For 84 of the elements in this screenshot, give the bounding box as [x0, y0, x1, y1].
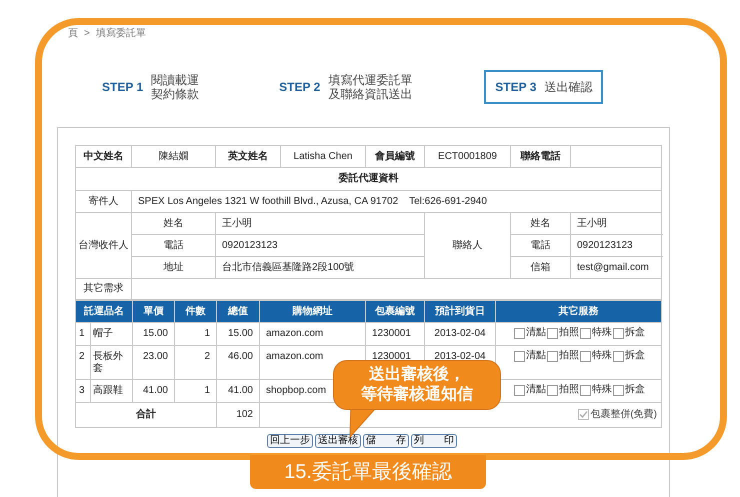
table-cell: amazon.com	[260, 322, 366, 346]
field-label: 聯絡電話	[510, 146, 570, 168]
column-header: 包裹編號	[366, 300, 424, 322]
field-label: 地址	[132, 256, 216, 278]
checkbox[interactable]	[547, 350, 558, 362]
checkbox[interactable]	[514, 384, 525, 396]
checkbox[interactable]	[580, 350, 591, 362]
checkbox-label: 清點	[526, 327, 546, 339]
section-title: 委託代運資料	[76, 168, 662, 190]
column-header: 單價	[132, 300, 174, 322]
table-cell: 41.00	[132, 380, 174, 402]
table-cell: 1	[76, 322, 90, 346]
table-cell: 15.00	[216, 322, 260, 346]
breadcrumb-current: 填寫委託單	[96, 26, 146, 40]
form-button[interactable]: 回上一步	[267, 434, 313, 448]
table-cell: 1	[174, 322, 216, 346]
checkbox-label: 拍照	[559, 327, 579, 339]
total-value: 102	[216, 402, 260, 428]
checkbox-label: 清點	[526, 384, 546, 396]
checkbox[interactable]	[547, 328, 558, 338]
table-cell: 高跟鞋	[90, 380, 132, 402]
table-cell: 23.00	[132, 346, 174, 380]
field-label: 其它需求	[76, 278, 132, 300]
checkbox[interactable]	[613, 328, 624, 338]
field-value: 王小明	[216, 212, 424, 234]
column-header: 件數	[174, 300, 216, 322]
table-cell: 2	[174, 346, 216, 380]
checkbox-label: 拆盒	[625, 327, 645, 339]
column-header: 購物網址	[260, 300, 366, 322]
form-button[interactable]: 儲 存	[363, 434, 409, 448]
checkbox-label: 拍照	[559, 384, 579, 396]
form-button[interactable]: 列 印	[411, 434, 457, 448]
checkbox[interactable]	[514, 328, 525, 338]
checkbox[interactable]	[613, 350, 624, 362]
field-value: 王小明	[570, 212, 662, 234]
table-cell: 1230001	[366, 322, 424, 346]
checkbox[interactable]	[580, 384, 591, 396]
checkbox[interactable]	[547, 384, 558, 396]
table-cell: 15.00	[132, 322, 174, 346]
field-value: ECT0001809	[424, 146, 510, 168]
field-label: 信箱	[510, 256, 570, 278]
checkbox-label: 清點	[526, 350, 546, 362]
total-label: 合計	[76, 402, 216, 428]
column-header: 其它服務	[496, 300, 662, 322]
field-value: SPEX Los Angeles 1321 W foothill Blvd., Azusa, CA 91702 Tel:626-691-2940	[132, 190, 662, 212]
checkbox-label: 特殊	[592, 350, 612, 362]
table-cell: 帽子	[90, 322, 132, 346]
field-label: 台灣收件人	[76, 212, 132, 278]
field-label: 寄件人	[76, 190, 132, 212]
field-value: test@gmail.com	[570, 256, 662, 278]
breadcrumb-link[interactable]: 頁	[68, 26, 78, 40]
table-cell: 2	[76, 346, 90, 380]
table-cell: 3	[76, 380, 90, 402]
table-cell: 長板外套	[90, 346, 132, 380]
column-header: 託運品名	[76, 300, 132, 322]
checkbox-label: 包裹整併(免費)	[590, 408, 657, 422]
checkbox-label: 特殊	[592, 384, 612, 396]
checkbox-label: 拍照	[559, 350, 579, 362]
column-header: 總值	[216, 300, 260, 322]
checkbox[interactable]	[580, 328, 591, 338]
field-value: 陳結嫺	[132, 146, 216, 168]
checkbox-label: 拆盒	[625, 384, 645, 396]
checkbox-label: 拆盒	[625, 350, 645, 362]
field-label: 中文姓名	[76, 146, 132, 168]
field-label: 電話	[510, 234, 570, 256]
table-cell: 1	[174, 380, 216, 402]
table-cell: 46.00	[216, 346, 260, 380]
step-tab[interactable]: STEP 3 送出確認	[484, 70, 604, 104]
table-cell: 41.00	[216, 380, 260, 402]
field-label: 姓名	[510, 212, 570, 234]
field-label: 英文姓名	[216, 146, 280, 168]
checkbox[interactable]	[613, 384, 624, 396]
field-label: 電話	[132, 234, 216, 256]
table-cell: 2013-02-04	[424, 322, 496, 346]
field-label: 會員編號	[366, 146, 424, 168]
caption-text: 15.委託單最後確認	[284, 460, 452, 485]
breadcrumb-separator: >	[84, 27, 90, 40]
checkbox-label: 特殊	[592, 327, 612, 339]
field-label: 姓名	[132, 212, 216, 234]
field-value: 0920123123	[570, 234, 662, 256]
column-header: 預計到貨日	[424, 300, 496, 322]
checkbox[interactable]	[514, 350, 525, 362]
field-value: Latisha Chen	[280, 146, 366, 168]
field-label: 聯絡人	[424, 212, 510, 278]
